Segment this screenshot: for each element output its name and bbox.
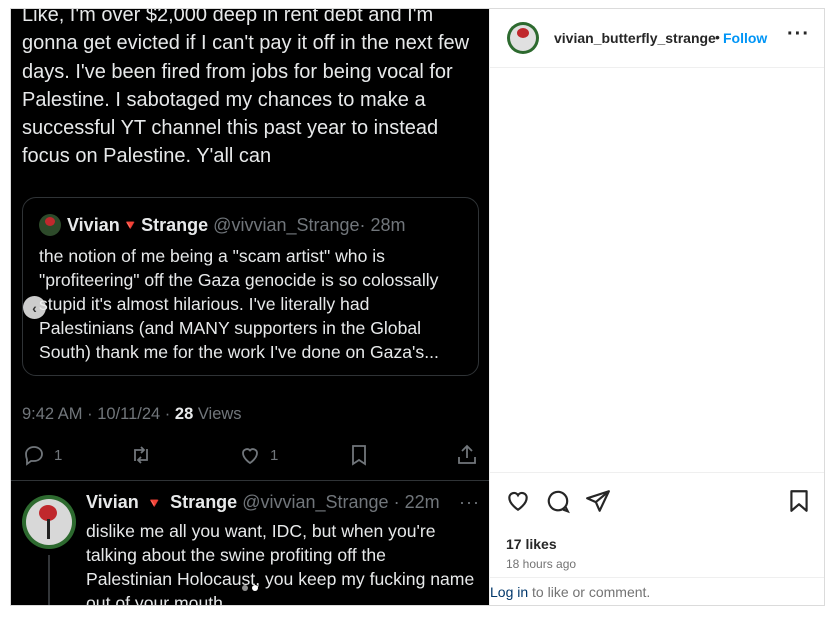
tweet-divider: [11, 480, 489, 481]
heart-icon: [242, 448, 258, 465]
quoted-tweet-header: Vivian 🔻 Strange @vivvian_Strange · 28m: [39, 214, 406, 236]
heart-icon[interactable]: [505, 488, 531, 514]
login-prompt-text: to like or comment.: [528, 584, 651, 600]
tweet-text: Like, I'm over $2,000 deep in rent debt …: [22, 9, 470, 168]
profile-avatar[interactable]: [507, 22, 539, 54]
share-icon: [458, 444, 476, 464]
follow-button[interactable]: Follow: [723, 30, 767, 46]
reply-count: 1: [54, 446, 63, 464]
reply-more-icon: ···: [459, 492, 480, 512]
reply-name-last: Strange: [170, 492, 238, 512]
tweet-like-action: 1: [238, 443, 278, 467]
carousel-dots: [242, 585, 258, 591]
tweet-meta: 9:42 AM · 10/11/24 · 28 Views: [22, 405, 242, 424]
login-prompt: Log in to like or comment.: [490, 577, 824, 605]
bookmark-icon: [352, 445, 366, 466]
share-icon[interactable]: [585, 488, 611, 514]
reply-name-first: Vivian: [86, 492, 139, 512]
reply-avatar: [22, 495, 76, 549]
post-timestamp: 18 hours ago: [506, 557, 577, 571]
header-separator: •: [715, 29, 720, 45]
carousel-dot: [242, 585, 248, 591]
reply-handle: @vivvian_Strange: [242, 492, 389, 512]
quoted-name-first: Vivian: [67, 214, 120, 235]
carousel-dot-active: [252, 585, 258, 591]
tweet-share-action: [455, 443, 479, 467]
reply-text: dislike me all you want, IDC, but when y…: [86, 521, 475, 606]
username-link[interactable]: vivian_butterfly_strange: [554, 30, 716, 46]
reply-icon: [25, 446, 43, 466]
login-link[interactable]: Log in: [490, 584, 528, 600]
quoted-name-last: Strange: [141, 214, 209, 235]
tweet-actions: 1 1: [11, 443, 489, 471]
post-actions: 17 likes 18 hours ago: [490, 472, 824, 593]
instagram-post-modal: Like, I'm over $2,000 deep in rent debt …: [10, 8, 825, 606]
tweet-timestamp: 9:42 AM · 10/11/24 ·: [22, 405, 171, 423]
red-triangle-icon: 🔻: [145, 495, 164, 511]
carousel-prev-button[interactable]: ‹: [23, 296, 46, 319]
tweet-views-label: Views: [197, 405, 242, 423]
quoted-handle: @vivvian_Strange: [213, 214, 360, 235]
chevron-left-icon: ‹: [32, 299, 37, 316]
post-sidebar: vivian_butterfly_strange • Follow ··· 17…: [489, 9, 824, 605]
thread-line: [48, 555, 50, 605]
tweet-views-count: 28: [174, 405, 194, 423]
tweet-reply-action: 1: [22, 443, 62, 467]
save-icon[interactable]: [786, 488, 812, 514]
tweet-bookmark-action: [347, 443, 371, 467]
reply-header: Vivian 🔻 Strange @vivvian_Strange · 22m: [86, 492, 440, 513]
like-count: 1: [270, 446, 279, 464]
retweet-icon: [134, 446, 148, 464]
post-header: vivian_butterfly_strange • Follow ···: [490, 9, 824, 68]
reply-time: · 22m: [393, 492, 440, 512]
comment-icon[interactable]: [545, 488, 571, 514]
more-options-icon[interactable]: ···: [787, 23, 810, 46]
post-media-screenshot: Like, I'm over $2,000 deep in rent debt …: [11, 9, 489, 606]
quoted-time: · 28m: [359, 214, 406, 235]
likes-count[interactable]: 17 likes: [506, 536, 557, 552]
quoted-avatar: [39, 214, 61, 236]
quoted-tweet: Vivian 🔻 Strange @vivvian_Strange · 28m …: [22, 197, 479, 376]
quoted-tweet-text: the notion of me being a "scam artist" w…: [39, 246, 439, 362]
red-triangle-icon: 🔻: [121, 216, 140, 233]
tweet-retweet-action: [129, 443, 153, 467]
